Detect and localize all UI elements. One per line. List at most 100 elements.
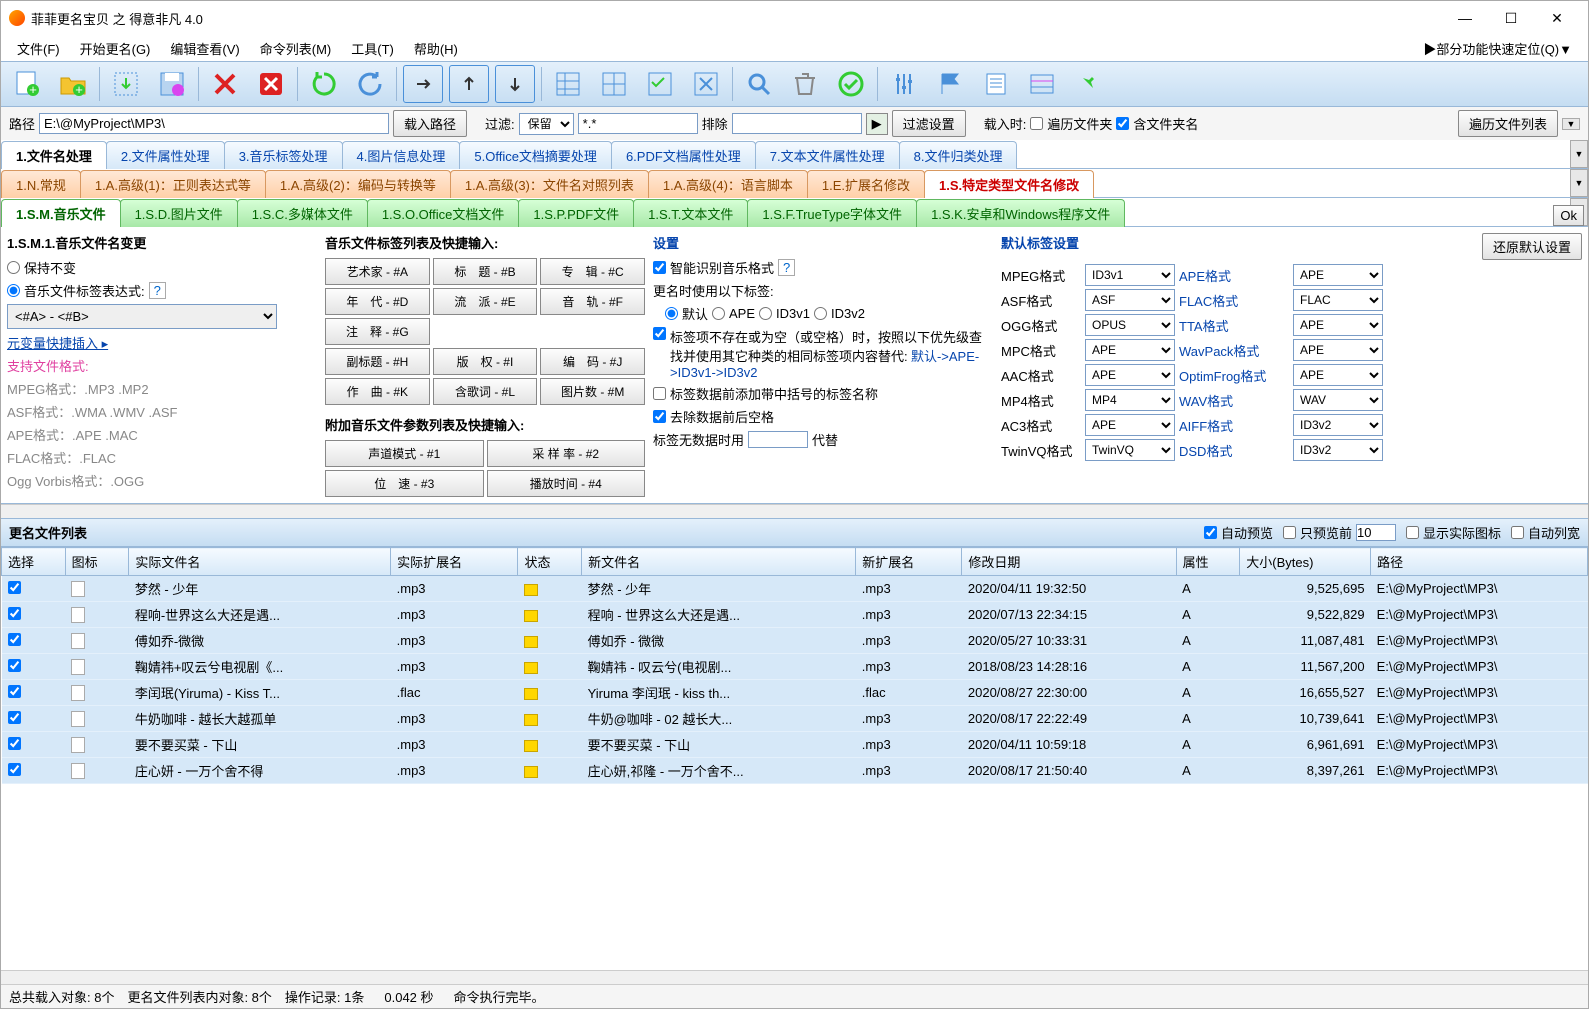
grid-icon[interactable] [548, 65, 588, 103]
tab-media[interactable]: 1.S.C.多媒体文件 [237, 199, 368, 227]
tab-officedoc[interactable]: 1.S.O.Office文档文件 [367, 199, 520, 227]
table-icon[interactable] [1022, 65, 1062, 103]
close-button[interactable]: ✕ [1534, 3, 1580, 33]
tab-filename[interactable]: 1.文件名处理 [1, 141, 107, 169]
menu-start[interactable]: 开始更名(G) [70, 39, 161, 58]
tab-text[interactable]: 7.文本文件属性处理 [755, 141, 900, 169]
tag-button-6[interactable]: 注 释 - #G [325, 318, 430, 345]
list-down-icon[interactable] [106, 65, 146, 103]
tab-normal[interactable]: 1.N.常规 [1, 170, 81, 198]
trim-checkbox[interactable] [653, 410, 666, 423]
undo-icon[interactable] [350, 65, 390, 103]
row-check-3[interactable] [8, 659, 21, 672]
menu-cmd[interactable]: 命令列表(M) [250, 39, 342, 58]
only-preview-checkbox[interactable] [1283, 526, 1296, 539]
tab-adv3[interactable]: 1.A.高级(3)：文件名对照列表 [450, 170, 649, 198]
table-row[interactable]: 庄心妍 - 一万个舍不得 .mp3 庄心妍,祁隆 - 一万个舍不... .mp3… [2, 758, 1588, 784]
def-sel-5b[interactable]: WAV [1293, 389, 1383, 411]
extra-button-3[interactable]: 播放时间 - #4 [487, 470, 646, 497]
def-link-7[interactable]: DSD格式 [1179, 441, 1289, 460]
tab-pdf[interactable]: 6.PDF文档属性处理 [611, 141, 756, 169]
grid-check-icon[interactable] [640, 65, 680, 103]
expr-combo[interactable]: <#A> - <#B> [7, 304, 277, 329]
auto-col-checkbox[interactable] [1511, 526, 1524, 539]
def-sel-5a[interactable]: MP4 [1085, 389, 1175, 411]
menu-tools[interactable]: 工具(T) [341, 39, 404, 58]
row-check-2[interactable] [8, 633, 21, 646]
menu-quicknav[interactable]: ▶部分功能快速定位(Q)▼ [1413, 39, 1582, 58]
tab-pdffile[interactable]: 1.S.P.PDF文件 [518, 199, 634, 227]
check-icon[interactable] [831, 65, 871, 103]
def-sel-6b[interactable]: ID3v2 [1293, 414, 1383, 436]
nodata-input[interactable] [748, 431, 808, 448]
tag-button-12[interactable]: 作 曲 - #K [325, 378, 430, 405]
def-sel-4b[interactable]: APE [1293, 364, 1383, 386]
table-row[interactable]: 牛奶咖啡 - 越长大越孤单 .mp3 牛奶@咖啡 - 02 越长大... .mp… [2, 706, 1588, 732]
tag-id3v2-radio[interactable] [814, 307, 827, 320]
tab-category[interactable]: 8.文件归类处理 [899, 141, 1018, 169]
col-1[interactable]: 图标 [65, 548, 129, 576]
help-icon[interactable]: ? [149, 282, 166, 299]
def-sel-1b[interactable]: FLAC [1293, 289, 1383, 311]
dropdown-icon[interactable]: ▼ [1562, 118, 1580, 130]
panel-scrollbar[interactable] [1, 504, 1588, 518]
new-icon[interactable]: + [7, 65, 47, 103]
tag-button-3[interactable]: 年 代 - #D [325, 288, 430, 315]
notes-icon[interactable] [976, 65, 1016, 103]
preview-n-input[interactable] [1356, 524, 1396, 541]
def-sel-2a[interactable]: OPUS [1085, 314, 1175, 336]
tag-button-1[interactable]: 标 题 - #B [433, 258, 538, 285]
col-2[interactable]: 实际文件名 [129, 548, 391, 576]
tag-button-5[interactable]: 音 轨 - #F [540, 288, 645, 315]
play-icon[interactable]: ▶ [866, 113, 888, 135]
tab-adv2[interactable]: 1.A.高级(2)：编码与转换等 [265, 170, 451, 198]
tag-button-4[interactable]: 流 派 - #E [433, 288, 538, 315]
trash-icon[interactable] [785, 65, 825, 103]
flag-icon[interactable] [930, 65, 970, 103]
def-sel-6a[interactable]: APE [1085, 414, 1175, 436]
row-check-4[interactable] [8, 685, 21, 698]
tag-button-13[interactable]: 含歌词 - #L [433, 378, 538, 405]
menu-file[interactable]: 文件(F) [7, 39, 70, 58]
row-check-0[interactable] [8, 581, 21, 594]
tab-apk[interactable]: 1.S.K.安卓和Windows程序文件 [916, 199, 1125, 227]
tag-button-11[interactable]: 编 码 - #J [540, 348, 645, 375]
traverse-checkbox[interactable] [1030, 117, 1043, 130]
def-sel-3b[interactable]: APE [1293, 339, 1383, 361]
keep-radio[interactable] [7, 261, 20, 274]
grid-uncheck-icon[interactable] [686, 65, 726, 103]
col-9[interactable]: 大小(Bytes) [1240, 548, 1371, 576]
col-0[interactable]: 选择 [2, 548, 66, 576]
fallback-checkbox[interactable] [653, 327, 666, 340]
pin-icon[interactable] [1068, 65, 1108, 103]
def-sel-2b[interactable]: APE [1293, 314, 1383, 336]
table-row[interactable]: 梦然 - 少年 .mp3 梦然 - 少年 .mp3 2020/04/11 19:… [2, 576, 1588, 602]
def-link-3[interactable]: WavPack格式 [1179, 341, 1289, 360]
minimize-button[interactable]: — [1442, 3, 1488, 33]
tag-button-14[interactable]: 图片数 - #M [540, 378, 645, 405]
include-folder-checkbox[interactable] [1116, 117, 1129, 130]
extra-button-1[interactable]: 采 样 率 - #2 [487, 440, 646, 467]
tag-button-2[interactable]: 专 辑 - #C [540, 258, 645, 285]
load-path-button[interactable]: 载入路径 [393, 110, 467, 137]
col-3[interactable]: 实际扩展名 [391, 548, 518, 576]
def-sel-0b[interactable]: APE [1293, 264, 1383, 286]
row-check-1[interactable] [8, 607, 21, 620]
table-row[interactable]: 程响-世界这么大还是遇... .mp3 程响 - 世界这么大还是遇... .mp… [2, 602, 1588, 628]
arrow-up-icon[interactable] [449, 65, 489, 103]
def-link-4[interactable]: OptimFrog格式 [1179, 366, 1289, 385]
def-sel-0a[interactable]: ID3v1 [1085, 264, 1175, 286]
table-row[interactable]: 傅如乔-微微 .mp3 傅如乔 - 微微 .mp3 2020/05/27 10:… [2, 628, 1588, 654]
def-sel-3a[interactable]: APE [1085, 339, 1175, 361]
file-grid[interactable]: 选择图标实际文件名实际扩展名状态新文件名新扩展名修改日期属性大小(Bytes)路… [1, 547, 1588, 970]
filter-pattern-input[interactable] [578, 113, 698, 134]
filter-keep-select[interactable]: 保留 [519, 113, 574, 135]
menu-edit[interactable]: 编辑查看(V) [160, 39, 249, 58]
tabs1-dropdown[interactable]: ▼ [1570, 140, 1588, 168]
tab-textfile[interactable]: 1.S.T.文本文件 [633, 199, 748, 227]
expr-radio[interactable] [7, 284, 20, 297]
path-input[interactable] [39, 113, 389, 134]
show-icon-checkbox[interactable] [1406, 526, 1419, 539]
search-icon[interactable] [739, 65, 779, 103]
menu-help[interactable]: 帮助(H) [404, 39, 468, 58]
